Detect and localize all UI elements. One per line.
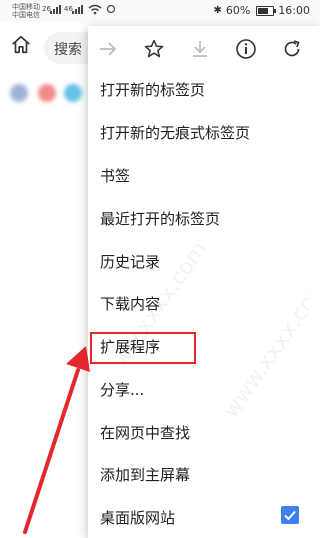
shortcut-tile[interactable] bbox=[64, 84, 82, 102]
info-icon[interactable] bbox=[234, 37, 258, 61]
menu-item-history[interactable]: 历史记录 bbox=[100, 250, 160, 274]
menu-item-new-incognito-tab[interactable]: 打开新的无痕式标签页 bbox=[100, 121, 250, 145]
overflow-menu: 打开新的标签页 打开新的无痕式标签页 书签 最近打开的标签页 历史记录 下载内容… bbox=[88, 26, 320, 538]
menu-item-desktop-site[interactable]: 桌面版网站 bbox=[100, 506, 175, 530]
desktop-site-checkbox[interactable] bbox=[281, 506, 299, 524]
refresh-icon[interactable] bbox=[280, 37, 304, 61]
menu-item-downloads[interactable]: 下载内容 bbox=[100, 292, 160, 316]
menu-item-bookmarks[interactable]: 书签 bbox=[100, 164, 130, 188]
home-icon[interactable] bbox=[10, 34, 32, 56]
carrier-info: 中国移动 中国电信 bbox=[12, 3, 40, 19]
signal-icon bbox=[50, 5, 61, 14]
bluetooth-icon: ✱ bbox=[213, 5, 222, 16]
forward-icon[interactable] bbox=[96, 37, 120, 61]
shortcut-tile[interactable] bbox=[38, 84, 56, 102]
search-placeholder: 搜索 bbox=[54, 42, 82, 58]
menu-item-add-to-home-screen[interactable]: 添加到主屏幕 bbox=[100, 463, 190, 487]
status-right: ✱ 60% 16:00 bbox=[213, 4, 310, 17]
status-bar: 中国移动 中国电信 26 46 ✱ 60% 16:00 bbox=[0, 0, 320, 22]
battery-percent: 60% bbox=[225, 4, 251, 17]
bookmark-star-icon[interactable] bbox=[142, 37, 166, 61]
notification-icon bbox=[106, 4, 116, 14]
download-icon[interactable] bbox=[188, 37, 212, 61]
checkmark-icon bbox=[284, 510, 296, 521]
highlight-box bbox=[90, 332, 196, 364]
carrier-2: 中国电信 bbox=[12, 11, 40, 19]
menu-item-recent-tabs[interactable]: 最近打开的标签页 bbox=[100, 207, 220, 231]
shortcut-tile[interactable] bbox=[10, 84, 28, 102]
battery-icon bbox=[256, 5, 277, 16]
menu-item-share[interactable]: 分享... bbox=[100, 378, 144, 402]
carrier-1: 中国移动 bbox=[12, 3, 40, 11]
clock: 16:00 bbox=[278, 4, 310, 17]
signal-icon-2 bbox=[72, 5, 83, 14]
menu-icon-row bbox=[88, 26, 320, 72]
menu-item-find-in-page[interactable]: 在网页中查找 bbox=[100, 421, 190, 445]
wifi-icon bbox=[88, 4, 102, 15]
menu-item-new-tab[interactable]: 打开新的标签页 bbox=[100, 78, 205, 102]
